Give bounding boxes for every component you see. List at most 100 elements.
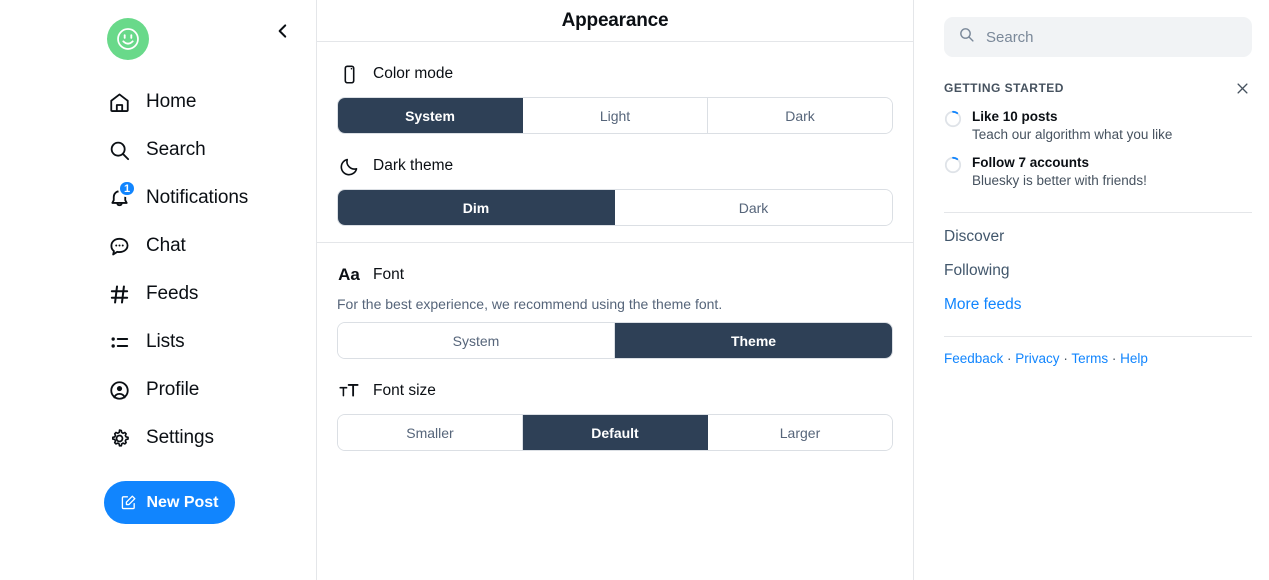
- section-font: Aa Font For the best experience, we reco…: [317, 242, 913, 467]
- close-icon[interactable]: [1232, 78, 1252, 98]
- new-post-button[interactable]: New Post: [104, 481, 235, 524]
- feeds-list: Discover Following More feeds: [944, 213, 1252, 321]
- search-icon: [958, 26, 975, 48]
- font-size-segmented-control[interactable]: Smaller Default Larger: [337, 414, 893, 451]
- font-aa-icon: Aa: [338, 265, 360, 284]
- sidebar-item-label: Chat: [146, 235, 186, 256]
- section-theme: Color mode System Light Dark Dark theme: [317, 42, 913, 242]
- sidebar-item-label: Notifications: [146, 187, 249, 208]
- search-box[interactable]: [944, 17, 1252, 57]
- segment-dark[interactable]: Dark: [615, 190, 892, 225]
- left-sidebar: Home Search 1 Notifications Chat Feeds L…: [0, 0, 316, 580]
- sidebar-item-profile[interactable]: Profile: [0, 366, 316, 414]
- getting-started-item-text: Follow 7 accounts Bluesky is better with…: [972, 154, 1147, 190]
- setting-header: Color mode: [337, 60, 893, 88]
- sidebar-item-search[interactable]: Search: [0, 126, 316, 174]
- feed-link-discover[interactable]: Discover: [944, 219, 1252, 253]
- home-icon: [106, 89, 132, 115]
- font-segmented-control[interactable]: System Theme: [337, 322, 893, 359]
- sidebar-item-settings[interactable]: Settings: [0, 414, 316, 462]
- moon-icon: [337, 154, 361, 178]
- segment-system[interactable]: System: [338, 323, 615, 358]
- setting-header: Dark theme: [337, 152, 893, 180]
- setting-font: Aa Font For the best experience, we reco…: [337, 261, 893, 359]
- setting-label: Color mode: [373, 65, 454, 82]
- collapse-sidebar-button[interactable]: [270, 18, 296, 44]
- right-sidebar: GETTING STARTED Like 10 posts Teach our …: [914, 0, 1269, 580]
- sidebar-item-home[interactable]: Home: [0, 78, 316, 126]
- segment-system[interactable]: System: [338, 98, 523, 133]
- search-icon: [106, 137, 132, 163]
- new-post-label: New Post: [146, 493, 219, 511]
- setting-font-size: Font size Smaller Default Larger: [337, 377, 893, 451]
- setting-color-mode: Color mode System Light Dark: [337, 60, 893, 134]
- sidebar-item-label: Profile: [146, 379, 200, 400]
- getting-started-item-title: Like 10 posts: [972, 109, 1058, 124]
- getting-started-item[interactable]: Follow 7 accounts Bluesky is better with…: [944, 154, 1252, 190]
- color-mode-segmented-control[interactable]: System Light Dark: [337, 97, 893, 134]
- progress-ring-icon: [944, 110, 962, 133]
- setting-label: Font size: [373, 382, 436, 399]
- sidebar-item-label: Home: [146, 91, 197, 112]
- footer-separator: ·: [1108, 351, 1121, 366]
- page-header: Appearance: [317, 0, 913, 42]
- setting-label: Dark theme: [373, 157, 454, 174]
- sidebar-top: [0, 0, 316, 62]
- footer-link-help[interactable]: Help: [1120, 351, 1148, 366]
- segment-theme[interactable]: Theme: [615, 323, 892, 358]
- segment-dark[interactable]: Dark: [708, 98, 892, 133]
- sidebar-item-chat[interactable]: Chat: [0, 222, 316, 270]
- getting-started-item-subtitle: Teach our algorithm what you like: [972, 127, 1173, 142]
- segment-dim[interactable]: Dim: [338, 190, 615, 225]
- dark-theme-segmented-control[interactable]: Dim Dark: [337, 189, 893, 226]
- progress-ring-icon: [944, 156, 962, 179]
- chevron-left-icon: [278, 24, 287, 38]
- app-root: Home Search 1 Notifications Chat Feeds L…: [0, 0, 1269, 580]
- segment-default[interactable]: Default: [523, 415, 708, 450]
- notification-badge: 1: [118, 180, 137, 197]
- segment-larger[interactable]: Larger: [708, 415, 892, 450]
- feed-link-more-feeds[interactable]: More feeds: [944, 287, 1252, 321]
- sidebar-item-label: Feeds: [146, 283, 199, 304]
- gear-icon: [106, 425, 132, 451]
- avatar[interactable]: [107, 18, 149, 60]
- sidebar-item-label: Lists: [146, 331, 185, 352]
- setting-label: Font: [373, 266, 405, 283]
- setting-header: Font size: [337, 377, 893, 405]
- getting-started-item-text: Like 10 posts Teach our algorithm what y…: [972, 108, 1172, 144]
- font-size-icon: [337, 379, 361, 403]
- sidebar-item-label: Settings: [146, 427, 214, 448]
- user-circle-icon: [106, 377, 132, 403]
- footer-separator: ·: [1059, 351, 1072, 366]
- sidebar-item-feeds[interactable]: Feeds: [0, 270, 316, 318]
- bell-icon: 1: [106, 180, 137, 211]
- segment-light[interactable]: Light: [523, 98, 708, 133]
- getting-started-item-title: Follow 7 accounts: [972, 155, 1090, 170]
- feed-link-following[interactable]: Following: [944, 253, 1252, 287]
- phone-icon: [337, 62, 361, 86]
- setting-dark-theme: Dark theme Dim Dark: [337, 152, 893, 226]
- setting-header: Aa Font: [337, 261, 893, 289]
- font-description: For the best experience, we recommend us…: [337, 296, 723, 312]
- sidebar-item-notifications[interactable]: 1 Notifications: [0, 174, 316, 222]
- search-input[interactable]: [986, 28, 1238, 46]
- footer-links: Feedback · Privacy · Terms · Help: [944, 337, 1252, 366]
- hashtag-icon: [106, 281, 132, 307]
- page-title: Appearance: [561, 9, 669, 31]
- getting-started-title: GETTING STARTED: [944, 81, 1064, 95]
- segment-smaller[interactable]: Smaller: [338, 415, 523, 450]
- compose-icon: [122, 495, 136, 510]
- getting-started-item-subtitle: Bluesky is better with friends!: [972, 173, 1147, 188]
- footer-link-terms[interactable]: Terms: [1071, 351, 1108, 366]
- getting-started-item[interactable]: Like 10 posts Teach our algorithm what y…: [944, 108, 1252, 144]
- list-icon: [106, 329, 132, 355]
- chat-bubble-icon: [106, 233, 132, 259]
- getting-started-header: GETTING STARTED: [944, 78, 1252, 98]
- sidebar-item-label: Search: [146, 139, 206, 160]
- sidebar-item-lists[interactable]: Lists: [0, 318, 316, 366]
- footer-separator: ·: [1003, 351, 1016, 366]
- smiley-face-icon: [117, 28, 139, 50]
- footer-link-feedback[interactable]: Feedback: [944, 351, 1003, 366]
- main-column: Appearance Color mode System Light Dark …: [316, 0, 914, 580]
- footer-link-privacy[interactable]: Privacy: [1015, 351, 1059, 366]
